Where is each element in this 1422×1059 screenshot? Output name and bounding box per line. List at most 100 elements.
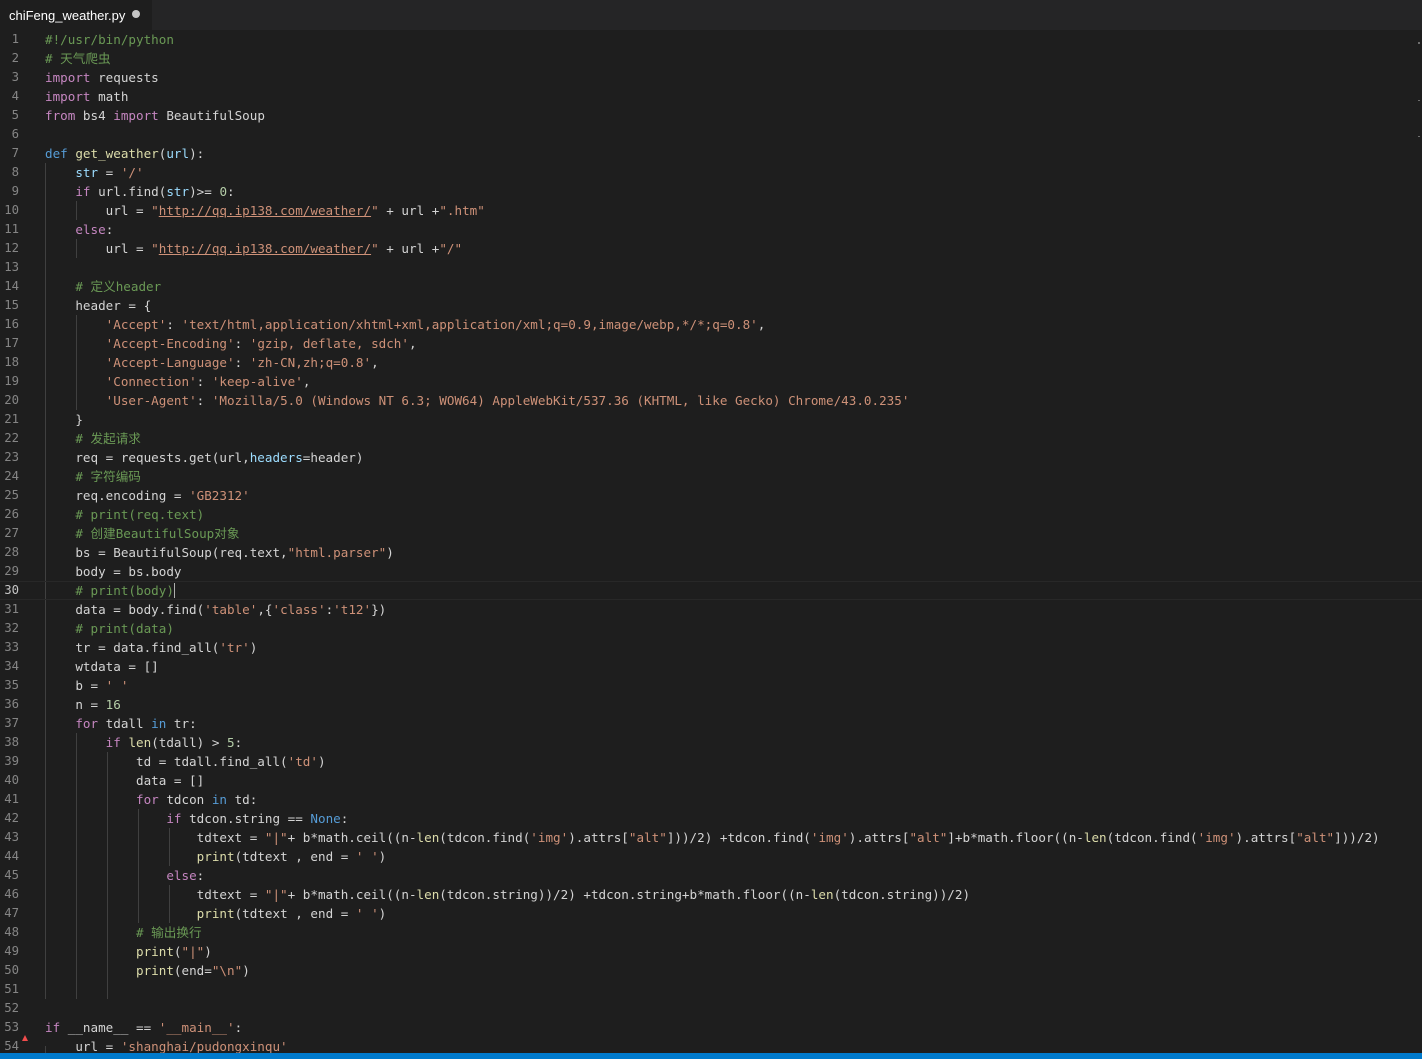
line-number: 2 <box>11 51 19 65</box>
code-token: td: <box>227 792 258 807</box>
code-line[interactable]: 46 tdtext = "|"+ b*math.ceil((n-len(tdco… <box>0 885 1422 904</box>
code-line[interactable]: 14 # 定义header <box>0 277 1422 296</box>
code-line[interactable]: 3 import requests <box>0 68 1422 87</box>
code-token: tr = data.find_all( <box>45 640 220 655</box>
code-line[interactable]: 28 bs = BeautifulSoup(req.text,"html.par… <box>0 543 1422 562</box>
code-line[interactable]: 51 <box>0 980 1422 999</box>
code-token: BeautifulSoup <box>158 108 265 123</box>
code-line[interactable]: 37 for tdall in tr: <box>0 714 1422 733</box>
code-line[interactable]: 8 str = '/' <box>0 163 1422 182</box>
code-line[interactable]: 19 'Connection': 'keep-alive', <box>0 372 1422 391</box>
code-line[interactable]: 22 # 发起请求 <box>0 429 1422 448</box>
code-line[interactable]: 54 url = 'shanghai/pudongxinqu' <box>0 1037 1422 1053</box>
code-token: 'GB2312' <box>189 488 250 503</box>
code-line[interactable]: 21 } <box>0 410 1422 429</box>
code-line[interactable]: 34 wtdata = [] <box>0 657 1422 676</box>
code-editor[interactable]: 1 #!/usr/bin/python 2 # 天气爬虫 3 import request… <box>0 30 1422 1053</box>
code-line[interactable]: 5 from bs4 import BeautifulSoup <box>0 106 1422 125</box>
code-line[interactable]: 6 <box>0 125 1422 144</box>
code-token: ).attrs[ <box>848 830 910 845</box>
line-code: # 发起请求 <box>45 429 141 448</box>
code-line[interactable]: 50 print(end="\n") <box>0 961 1422 980</box>
code-token: len <box>1083 830 1107 845</box>
line-number: 1 <box>11 32 19 46</box>
code-token: " <box>151 241 159 256</box>
code-token: ) <box>204 944 212 959</box>
code-line[interactable]: 39 td = tdall.find_all('td') <box>0 752 1422 771</box>
text-cursor <box>173 583 175 598</box>
code-line[interactable]: 24 # 字符编码 <box>0 467 1422 486</box>
code-line[interactable]: 15 header = { <box>0 296 1422 315</box>
code-token: print <box>196 906 235 921</box>
code-line[interactable]: 47 print(tdtext , end = ' ') <box>0 904 1422 923</box>
code-line[interactable]: 26 # print(req.text) <box>0 505 1422 524</box>
line-number: 17 <box>4 336 19 350</box>
code-token: if <box>105 735 121 750</box>
code-line[interactable]: 4 import math <box>0 87 1422 106</box>
code-line[interactable]: 30 # print(body) <box>0 581 1422 600</box>
line-code: url = "http://qq.ip138.com/weather/" + u… <box>45 201 485 220</box>
code-line[interactable]: 17 'Accept-Encoding': 'gzip, deflate, sd… <box>0 334 1422 353</box>
unsaved-dot-icon[interactable] <box>132 10 140 18</box>
line-code: n = 16 <box>45 695 121 714</box>
code-line[interactable]: 2 # 天气爬虫 <box>0 49 1422 68</box>
code-line[interactable]: 10 url = "http://qq.ip138.com/weather/" … <box>0 201 1422 220</box>
code-token: 'img' <box>810 830 849 845</box>
code-line[interactable]: 23 req = requests.get(url,headers=header… <box>0 448 1422 467</box>
line-number: 53 <box>4 1020 19 1034</box>
code-line[interactable]: 40 data = [] <box>0 771 1422 790</box>
code-token: + url + <box>378 241 440 256</box>
code-token: # print(data) <box>75 621 174 636</box>
code-token: "|" <box>264 887 288 902</box>
line-code: import math <box>45 87 128 106</box>
code-line[interactable]: 18 'Accept-Language': 'zh-CN,zh;q=0.8', <box>0 353 1422 372</box>
code-line[interactable]: 48 # 输出换行 <box>0 923 1422 942</box>
code-line[interactable]: 52 <box>0 999 1422 1018</box>
code-token: (tdcon.find( <box>1106 830 1198 845</box>
code-line[interactable]: 45 else: <box>0 866 1422 885</box>
code-token: else <box>75 222 106 237</box>
code-line[interactable]: 43 tdtext = "|"+ b*math.ceil((n-len(tdco… <box>0 828 1422 847</box>
code-line[interactable]: 53 if __name__ == '__main__': <box>0 1018 1422 1037</box>
code-line[interactable]: 31 data = body.find('table',{'class':'t1… <box>0 600 1422 619</box>
code-token: len <box>416 830 440 845</box>
code-token: } <box>45 412 83 427</box>
code-line[interactable]: 16 'Accept': 'text/html,application/xhtm… <box>0 315 1422 334</box>
editor-tab-active[interactable]: chiFeng_weather.py <box>0 0 152 30</box>
line-number: 5 <box>11 108 19 122</box>
code-token: (tdcon.string))/2) +tdcon.string+b*math.… <box>439 887 811 902</box>
code-line[interactable]: 9 if url.find(str)>= 0: <box>0 182 1422 201</box>
code-line[interactable]: 41 for tdcon in td: <box>0 790 1422 809</box>
code-token: ,{ <box>257 602 273 617</box>
code-line[interactable]: 35 b = ' ' <box>0 676 1422 695</box>
code-line[interactable]: 33 tr = data.find_all('tr') <box>0 638 1422 657</box>
code-line[interactable]: 42 if tdcon.string == None: <box>0 809 1422 828</box>
code-line[interactable]: 25 req.encoding = 'GB2312' <box>0 486 1422 505</box>
code-line[interactable]: 1 #!/usr/bin/python <box>0 30 1422 49</box>
code-line[interactable]: 38 if len(tdall) > 5: <box>0 733 1422 752</box>
code-line[interactable]: 12 url = "http://qq.ip138.com/weather/" … <box>0 239 1422 258</box>
code-line[interactable]: 13 <box>0 258 1422 277</box>
code-line[interactable]: 36 n = 16 <box>0 695 1422 714</box>
code-line[interactable]: 11 else: <box>0 220 1422 239</box>
code-line[interactable]: 49 print("|") <box>0 942 1422 961</box>
code-line[interactable]: 27 # 创建BeautifulSoup对象 <box>0 524 1422 543</box>
code-token: req = requests.get(url, <box>45 450 250 465</box>
line-number: 11 <box>4 222 19 236</box>
code-line[interactable]: 29 body = bs.body <box>0 562 1422 581</box>
line-code: td = tdall.find_all('td') <box>45 752 326 771</box>
code-token: if <box>166 811 182 826</box>
code-line[interactable]: 32 # print(data) <box>0 619 1422 638</box>
code-token: 'Connection' <box>105 374 197 389</box>
line-number: 21 <box>4 412 19 426</box>
code-line[interactable]: 20 'User-Agent': 'Mozilla/5.0 (Windows N… <box>0 391 1422 410</box>
line-number: 18 <box>4 355 19 369</box>
code-line[interactable]: 7 def get_weather(url): <box>0 144 1422 163</box>
code-line[interactable]: 44 print(tdtext , end = ' ') <box>0 847 1422 866</box>
code-token: + url + <box>378 203 440 218</box>
code-token: "alt" <box>1296 830 1335 845</box>
